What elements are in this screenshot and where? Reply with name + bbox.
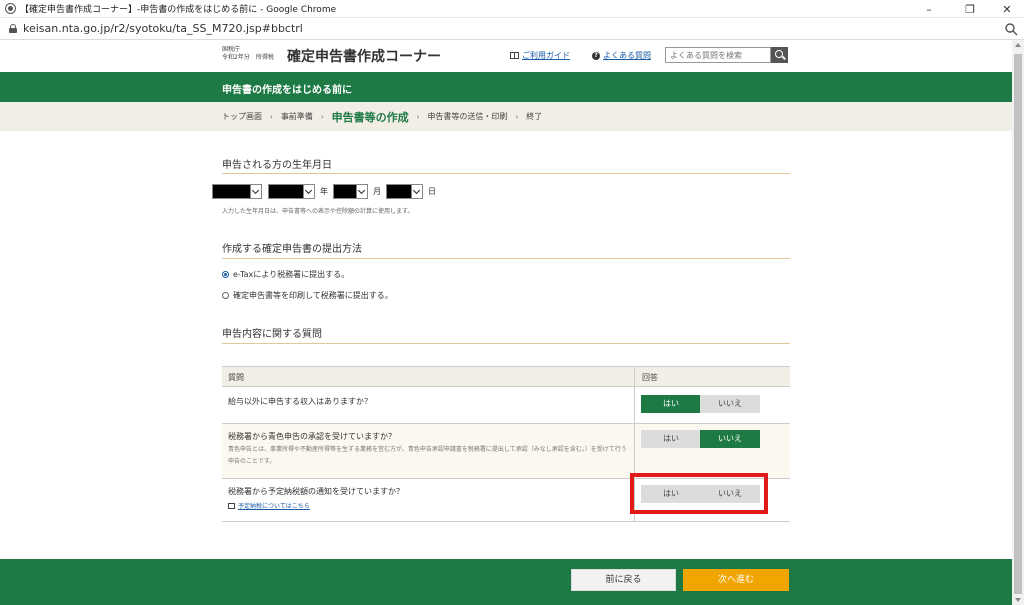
window-title: 【確定申告書作成コーナー】-申告書の作成をはじめる前に - Google Chr…: [20, 5, 337, 15]
restore-button[interactable]: ❐: [951, 0, 989, 18]
question-row: 給与以外に申告する収入はありますか？ はい いいえ: [222, 387, 790, 424]
zoom-icon[interactable]: [1004, 22, 1018, 36]
chevron-right-icon: ›: [270, 112, 273, 121]
answer-column-header: 回答: [642, 373, 658, 382]
page-heading: 申告書の作成をはじめる前に: [222, 85, 352, 96]
question-text: 税務署から予定納税額の通知を受けていますか？: [228, 487, 404, 496]
radio-unselected-icon[interactable]: [222, 292, 229, 299]
year-unit-label: 年: [320, 186, 328, 196]
submission-option-etax[interactable]: e-Taxにより税務署に提出する。: [222, 269, 349, 280]
submission-option-label[interactable]: 確定申告書等を印刷して税務署に提出する。: [233, 290, 393, 301]
highlight-box: [630, 473, 768, 514]
scroll-down-icon[interactable]: [1015, 598, 1021, 602]
chevron-down-icon: [411, 184, 422, 198]
section-divider: [222, 173, 790, 174]
footer-bar: 前に戻る 次へ進む: [0, 559, 1012, 605]
breadcrumb-item: 終了: [526, 112, 543, 121]
url-text[interactable]: keisan.nta.go.jp/r2/syotoku/ta_SS_M720.j…: [23, 22, 303, 35]
chevron-right-icon: ›: [416, 112, 420, 121]
site-favicon-icon: [5, 3, 16, 14]
next-button[interactable]: 次へ進む: [683, 569, 789, 591]
chevron-down-icon: [356, 184, 367, 198]
address-bar[interactable]: keisan.nta.go.jp/r2/syotoku/ta_SS_M720.j…: [0, 18, 1024, 40]
tax-year-label: 令和2年分 所得税: [222, 54, 274, 61]
year-select[interactable]: [268, 183, 315, 199]
yes-button[interactable]: はい: [641, 395, 701, 413]
section-divider: [222, 258, 790, 259]
external-window-icon: [228, 502, 235, 509]
close-window-button[interactable]: ✕: [988, 0, 1024, 18]
submission-section-title: 作成する確定申告書の提出方法: [222, 244, 362, 255]
submission-option-label[interactable]: e-Taxにより税務署に提出する。: [233, 269, 349, 280]
search-icon[interactable]: [771, 47, 788, 63]
question-description: 青色申告とは、事業所得や不動産所得等を生ずる業務を営む方が、青色申告承認申請書を…: [228, 446, 627, 465]
page-viewport: 国税庁 令和2年分 所得税 確定申告書作成コーナー ご利用ガイド ? よくある質…: [0, 40, 1012, 605]
browser-titlebar: 【確定申告書作成コーナー】-申告書の作成をはじめる前に - Google Chr…: [0, 0, 1024, 18]
radio-selected-icon[interactable]: [222, 271, 229, 278]
submission-option-print[interactable]: 確定申告書等を印刷して税務署に提出する。: [222, 290, 393, 301]
site-title: 確定申告書作成コーナー: [287, 49, 441, 65]
question-column-header: 質問: [228, 373, 244, 382]
day-unit-label: 日: [428, 186, 436, 196]
month-unit-label: 月: [373, 186, 381, 196]
faq-link-label[interactable]: よくある質問: [603, 50, 651, 61]
vertical-scrollbar[interactable]: [1012, 40, 1024, 605]
breadcrumb-item: トップ画面: [222, 112, 262, 121]
chevron-right-icon: ›: [320, 112, 324, 121]
page-heading-band: 申告書の作成をはじめる前に: [0, 72, 1012, 102]
day-select[interactable]: [386, 183, 423, 199]
minimize-button[interactable]: –: [910, 0, 948, 18]
chevron-right-icon: ›: [515, 112, 519, 121]
faq-search-input[interactable]: [665, 47, 771, 63]
month-select[interactable]: [333, 183, 368, 199]
guide-link[interactable]: ご利用ガイド: [510, 50, 570, 61]
no-button[interactable]: いいえ: [700, 430, 760, 448]
breadcrumb-item-current: 申告書等の作成: [331, 110, 409, 124]
agency-label: 国税庁 令和2年分 所得税: [222, 46, 274, 62]
yes-button[interactable]: はい: [641, 430, 701, 448]
birthdate-section-title: 申告される方の生年月日: [222, 160, 332, 171]
site-header: 国税庁 令和2年分 所得税 確定申告書作成コーナー ご利用ガイド ? よくある質…: [0, 40, 1012, 72]
chevron-down-icon: [303, 184, 314, 198]
faq-link[interactable]: ? よくある質問: [592, 50, 651, 61]
question-icon: ?: [592, 51, 600, 60]
questions-table-header: 質問 回答: [222, 366, 790, 387]
advance-tax-info-link[interactable]: 予定納税についてはこちら: [228, 501, 310, 510]
question-text: 給与以外に申告する収入はありますか？: [228, 397, 372, 406]
questions-section-title: 申告内容に関する質問: [222, 329, 322, 340]
birthdate-inputs: 年 月 日: [212, 183, 441, 199]
question-row: 税務署から青色申告の承認を受けていますか？ 青色申告とは、事業所得や不動産所得等…: [222, 424, 790, 479]
advance-tax-info-link-label[interactable]: 予定納税についてはこちら: [238, 501, 310, 510]
scrollbar-thumb[interactable]: [1014, 54, 1022, 594]
era-select[interactable]: [212, 183, 262, 199]
breadcrumb: トップ画面 › 事前準備 › 申告書等の作成 › 申告書等の送信・印刷 › 終了: [0, 102, 1012, 131]
lock-icon: [9, 24, 17, 33]
guide-link-label[interactable]: ご利用ガイド: [522, 50, 570, 61]
back-button[interactable]: 前に戻る: [571, 569, 676, 591]
chevron-down-icon: [250, 184, 261, 198]
agency-name: 国税庁: [222, 46, 241, 53]
scroll-up-icon[interactable]: [1015, 43, 1021, 47]
book-icon: [510, 52, 519, 59]
birthdate-note: 入力した生年月日は、申告書等への表示や控除額の計算に使用します。: [222, 208, 414, 215]
question-text: 税務署から青色申告の承認を受けていますか？: [228, 432, 396, 441]
breadcrumb-item: 申告書等の送信・印刷: [427, 112, 508, 121]
section-divider: [222, 343, 790, 344]
breadcrumb-item: 事前準備: [280, 112, 313, 121]
no-button[interactable]: いいえ: [700, 395, 760, 413]
